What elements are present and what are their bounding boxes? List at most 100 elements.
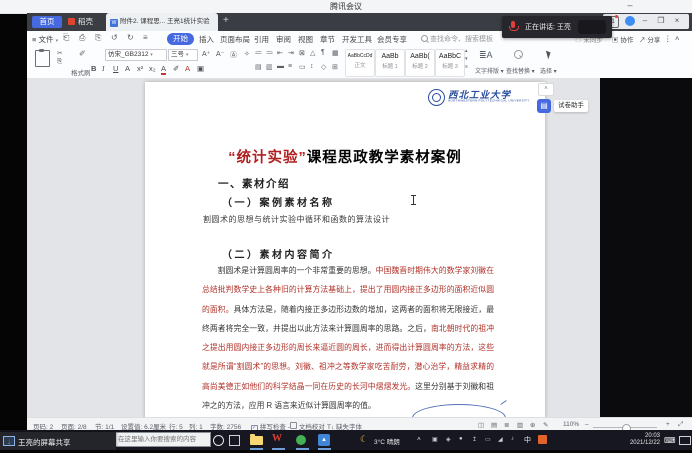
style-gallery-more-icon[interactable]: ≡ xyxy=(465,64,468,70)
style-gallery-down-icon[interactable]: ▾ xyxy=(465,56,468,62)
new-tab-button[interactable]: + xyxy=(223,15,229,26)
share-button[interactable]: ↗ 分享 xyxy=(639,34,660,44)
subscript-button[interactable]: x₂ xyxy=(149,64,156,73)
zoom-in-button[interactable]: + xyxy=(666,421,670,428)
volume-icon[interactable]: ♪ xyxy=(511,436,514,442)
borders-icon[interactable]: ⊞ xyxy=(332,63,338,71)
ime-icon[interactable] xyxy=(538,435,547,444)
style-heading1[interactable]: AaBb标题 1 xyxy=(375,49,405,77)
select-tool-label[interactable]: 选择 ▾ xyxy=(540,66,557,75)
save-icon[interactable]: ⎗ xyxy=(63,33,69,43)
action-center-icon[interactable] xyxy=(679,436,691,445)
web-view-icon[interactable]: ⊕ xyxy=(530,421,535,429)
style-normal[interactable]: AaBbCcDd正文 xyxy=(345,49,375,77)
justify-icon[interactable]: ≡ xyxy=(288,63,292,70)
input-language-indicator[interactable]: 中 xyxy=(524,435,531,445)
font-size-select[interactable]: 三号 ▾ xyxy=(168,49,198,61)
menu-item-member[interactable]: 会员专享 xyxy=(377,34,407,45)
align-left-icon[interactable]: ▤ xyxy=(255,63,262,71)
menu-item-view[interactable]: 视图 xyxy=(298,34,313,45)
collapse-toolbar-button[interactable]: ˄ xyxy=(538,83,554,96)
shading-icon[interactable]: ◇ xyxy=(321,63,326,71)
find-replace-label[interactable]: 查找替换 ▾ xyxy=(506,66,535,75)
redo-icon[interactable]: ↻ xyxy=(127,33,134,42)
font-color-button[interactable]: A xyxy=(161,64,166,75)
taskbar-search-input[interactable] xyxy=(113,432,211,447)
paste-button[interactable] xyxy=(35,50,50,67)
text-layout-label[interactable]: 文字排版 ▾ xyxy=(475,66,504,75)
battery-icon[interactable]: ▭ xyxy=(485,436,491,443)
align-center-icon[interactable]: ▥ xyxy=(266,63,273,71)
wps-close-button[interactable]: × xyxy=(671,15,683,27)
tray-icon-4[interactable]: ↥ xyxy=(472,436,477,443)
menu-item-references[interactable]: 引用 xyxy=(254,34,269,45)
distribute-icon[interactable]: ▭ xyxy=(299,63,306,71)
file-explorer-icon[interactable] xyxy=(250,436,263,445)
file-menu[interactable]: ≡ 文件 ▾ xyxy=(32,34,58,45)
bullets-icon[interactable]: ≔ xyxy=(255,49,262,57)
screen-share-banner[interactable]: ↓ 王亮的屏幕共享 xyxy=(0,432,116,450)
char-shading-button[interactable]: ▣ xyxy=(197,64,204,73)
print-icon[interactable]: ⎙ xyxy=(79,33,85,43)
show-marks-icon[interactable]: ¶ xyxy=(321,49,325,56)
wps-minimize-button[interactable]: – xyxy=(639,15,651,27)
shrink-font-icon[interactable]: A⁻ xyxy=(216,50,224,58)
meeting-video-panel[interactable] xyxy=(600,78,692,417)
text-effects-icon[interactable]: ✧ xyxy=(244,50,250,58)
document-page[interactable]: 西北工业大学 NORTHWESTERN POLYTECHNICAL UNIVER… xyxy=(145,82,545,430)
char-color-button[interactable]: A xyxy=(185,64,190,73)
style-gallery-up-icon[interactable]: ▴ xyxy=(465,48,468,54)
touch-keyboard-icon[interactable]: ⌨ xyxy=(664,436,676,445)
green-app-icon[interactable] xyxy=(296,435,306,445)
undo-icon[interactable]: ↺ xyxy=(111,33,118,42)
font-name-select[interactable]: 仿宋_GB2312 ▾ xyxy=(105,49,167,61)
menu-item-home[interactable]: 开始 xyxy=(167,33,194,45)
bold-button[interactable]: B xyxy=(91,64,96,73)
style-heading2[interactable]: AaBb(标题 2 xyxy=(405,49,435,77)
collapse-ribbon-icon[interactable]: ˄ xyxy=(675,34,679,43)
align-right-icon[interactable]: ▬ xyxy=(277,63,284,70)
copy-icon[interactable]: ⎘ xyxy=(57,58,62,66)
tray-icon-2[interactable]: ◈ xyxy=(446,436,451,443)
eye-protect-icon[interactable]: ◫ xyxy=(478,421,484,429)
underline-button[interactable]: U xyxy=(113,64,118,73)
line-spacing-icon[interactable]: ↕ xyxy=(310,63,314,70)
meeting-app-icon[interactable]: ▲ xyxy=(318,434,330,446)
highlight-button[interactable]: ✐ xyxy=(173,64,179,73)
zoom-out-button[interactable]: – xyxy=(585,421,589,428)
task-view-icon[interactable] xyxy=(229,435,240,446)
numbering-icon[interactable]: ≕ xyxy=(266,49,273,57)
account-avatar[interactable] xyxy=(625,16,635,26)
weather-widget[interactable]: 3°C 晴朗 xyxy=(374,436,400,446)
wps-maximize-button[interactable]: ❐ xyxy=(655,15,667,27)
menu-item-dev-tools[interactable]: 开发工具 xyxy=(342,34,372,45)
tab-docer[interactable]: 稻壳 xyxy=(68,16,93,28)
more-tools-icon[interactable]: ≡ xyxy=(143,33,148,42)
page-view-icon[interactable]: ▤ xyxy=(491,421,497,429)
print-preview-icon[interactable]: ⎘ xyxy=(95,33,101,43)
zoom-level[interactable]: 110% xyxy=(563,421,579,428)
menu-item-page-layout[interactable]: 页面布局 xyxy=(220,34,250,45)
cortana-icon[interactable] xyxy=(213,435,224,446)
meeting-minimize-button[interactable]: – xyxy=(622,0,638,12)
tab-document[interactable]: W附件2. 课程思... 王亮1统计实验◎× xyxy=(106,13,218,31)
menu-item-review[interactable]: 审阅 xyxy=(276,34,291,45)
cut-icon[interactable]: ✂ xyxy=(57,49,62,57)
grow-font-icon[interactable]: A⁺ xyxy=(202,50,210,58)
increase-indent-icon[interactable]: ⇥ xyxy=(288,49,294,57)
multipage-view-icon[interactable]: ▥ xyxy=(517,421,523,429)
tray-expand-icon[interactable]: ˄ xyxy=(417,436,421,443)
collaborate-button[interactable]: ▣ 协作 xyxy=(612,34,633,44)
more-menu-icon[interactable]: ⋮ xyxy=(664,34,672,43)
edit-mode-icon[interactable]: ✎ xyxy=(543,421,548,429)
find-replace-icon[interactable] xyxy=(514,50,523,60)
menu-item-section[interactable]: 章节 xyxy=(320,34,335,45)
decrease-indent-icon[interactable]: ⇤ xyxy=(277,49,283,57)
wps-taskbar-icon[interactable]: W xyxy=(272,433,282,444)
format-painter-label[interactable]: 格式刷 xyxy=(71,67,91,77)
fullscreen-icon[interactable]: ⤢ xyxy=(678,421,683,429)
style-heading3[interactable]: AaBbC标题 3 xyxy=(435,49,465,77)
asian-layout-icon[interactable]: ⊠ xyxy=(299,49,305,57)
tray-icon-3[interactable]: ● xyxy=(459,436,463,442)
italic-button[interactable]: I xyxy=(102,64,105,73)
